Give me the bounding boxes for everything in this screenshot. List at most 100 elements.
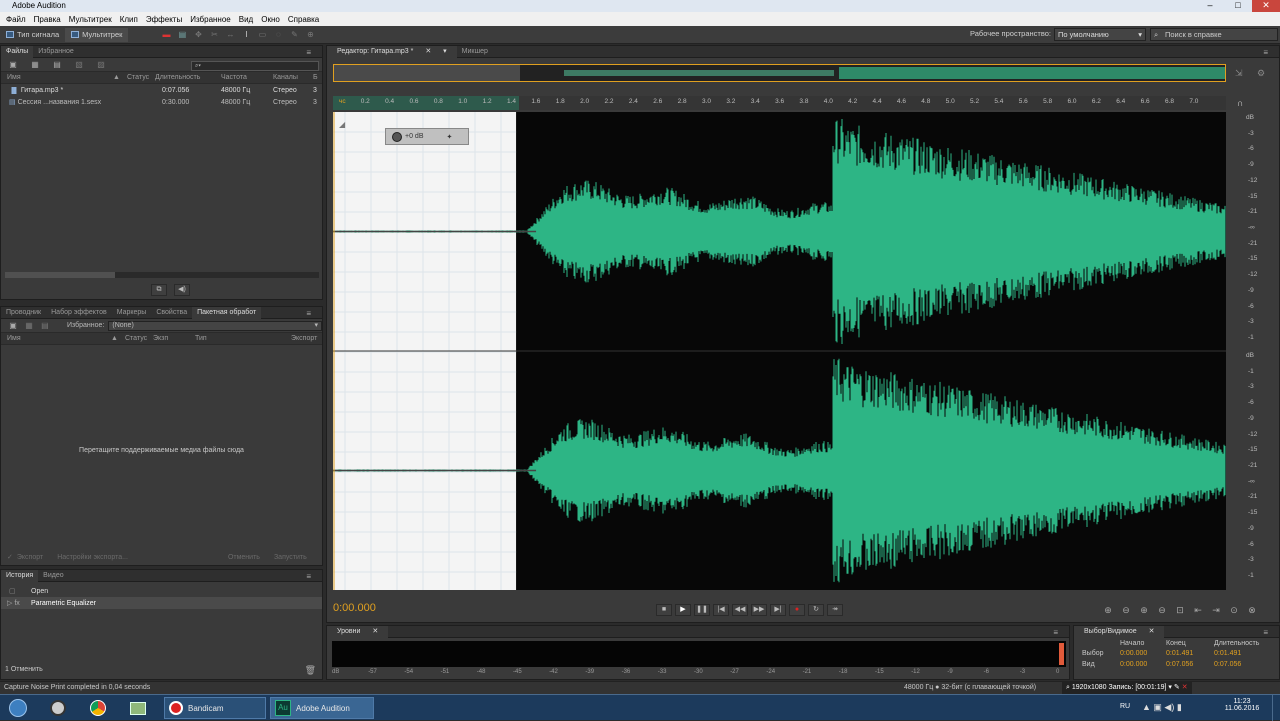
tab-mixer[interactable]: Микшер bbox=[457, 46, 493, 58]
tab-batch[interactable]: Пакетная обработ bbox=[192, 306, 262, 319]
go-to-end-button[interactable]: ▶| bbox=[770, 604, 786, 616]
tab-selection[interactable]: Выбор/Видимое ✕ bbox=[1074, 625, 1165, 638]
zoom-in-amplitude-icon[interactable]: ⊕ bbox=[1101, 604, 1115, 616]
delete-icon[interactable]: ▨ bbox=[96, 60, 106, 69]
panel-menu-icon[interactable]: ≡ bbox=[1258, 47, 1273, 59]
pause-button[interactable]: ❚❚ bbox=[694, 604, 710, 616]
zoom-selection-icon[interactable]: ⊙ bbox=[1227, 604, 1241, 616]
multitrack-view-button[interactable]: Мультитрек bbox=[65, 27, 129, 42]
pin-icon[interactable]: ✦ bbox=[447, 133, 453, 141]
zoom-out-full-icon[interactable]: ⊡ bbox=[1173, 604, 1187, 616]
brush-tool-icon[interactable]: ✎ bbox=[289, 30, 299, 39]
table-row[interactable]: ▐▌ Гитара.mp3 * 0:07.056 48000 Гц Стерео… bbox=[1, 84, 322, 96]
open-file-icon[interactable]: ▣ bbox=[8, 321, 18, 330]
selection-duration[interactable]: 0:01.491 bbox=[1214, 650, 1274, 657]
razor-tool-icon[interactable]: ✂ bbox=[209, 30, 219, 39]
list-item[interactable]: ▢ Open bbox=[1, 585, 322, 597]
trash-icon[interactable]: 🗑 bbox=[305, 665, 316, 676]
tab-properties[interactable]: Свойства bbox=[151, 307, 192, 319]
taskbar-audition[interactable]: Au Adobe Audition bbox=[270, 697, 374, 719]
panel-menu-icon[interactable]: ≡ bbox=[1258, 627, 1273, 639]
language-indicator[interactable]: RU bbox=[1120, 703, 1130, 710]
checkbox-icon[interactable]: ✓ bbox=[7, 553, 13, 561]
menu-help[interactable]: Справка bbox=[284, 15, 323, 24]
move-tool-icon[interactable]: ✥ bbox=[193, 30, 203, 39]
tab-levels[interactable]: Уровни ✕ bbox=[327, 625, 389, 638]
maximize-button[interactable]: □ bbox=[1224, 0, 1252, 12]
zoom-in-end-icon[interactable]: ⇥ bbox=[1209, 604, 1223, 616]
panel-menu-icon[interactable]: ≡ bbox=[301, 571, 316, 583]
zoom-in-time-icon[interactable]: ⊕ bbox=[1137, 604, 1151, 616]
spot-heal-icon[interactable]: ⊕ bbox=[305, 30, 315, 39]
spectral-freq-icon[interactable]: ▬ bbox=[161, 30, 171, 39]
remove-icon[interactable]: ▦ bbox=[24, 321, 34, 330]
tab-favorites[interactable]: Избранное bbox=[33, 46, 78, 58]
menu-favorites[interactable]: Избранное bbox=[186, 15, 235, 24]
slip-tool-icon[interactable]: ↔ bbox=[225, 30, 235, 39]
files-scrollbar[interactable] bbox=[5, 272, 319, 278]
selection-end[interactable]: 0:01.491 bbox=[1166, 650, 1214, 657]
col-channels[interactable]: Каналы bbox=[273, 74, 313, 81]
menu-edit[interactable]: Правка bbox=[30, 15, 65, 24]
save-icon[interactable]: ▧ bbox=[74, 60, 84, 69]
col-status[interactable]: Статус bbox=[125, 335, 153, 342]
run-button[interactable]: Запустить bbox=[274, 554, 307, 561]
col-export[interactable]: Экспорт bbox=[291, 335, 321, 342]
tab-markers[interactable]: Маркеры bbox=[112, 307, 152, 319]
zoom-in-start-icon[interactable]: ⇤ bbox=[1191, 604, 1205, 616]
panel-menu-icon[interactable]: ≡ bbox=[301, 308, 316, 320]
col-name[interactable]: Имя bbox=[1, 74, 113, 81]
show-desktop-button[interactable] bbox=[1272, 695, 1280, 721]
tab-effects-rack[interactable]: Набор эффектов bbox=[46, 307, 112, 319]
speaker-icon[interactable]: ◀) bbox=[174, 284, 190, 296]
col-type[interactable]: Тип bbox=[195, 335, 291, 342]
files-search-input[interactable]: ⌕▾ bbox=[191, 61, 319, 71]
menu-file[interactable]: Файл bbox=[2, 15, 30, 24]
menu-view[interactable]: Вид bbox=[235, 15, 257, 24]
tab-explorer[interactable]: Проводник bbox=[1, 307, 46, 319]
menu-clip[interactable]: Клип bbox=[116, 15, 142, 24]
tab-history[interactable]: История bbox=[1, 569, 39, 582]
headphones-icon[interactable]: ∩ bbox=[1237, 98, 1243, 108]
tab-editor[interactable]: Редактор: Гитара.mp3 * ✕ ▾ bbox=[327, 45, 457, 58]
col-rate[interactable]: Частота bbox=[221, 74, 273, 81]
explorer-icon[interactable] bbox=[124, 698, 152, 718]
fast-forward-button[interactable]: ▶▶ bbox=[751, 604, 767, 616]
tray-clock[interactable]: 11:23 11.06.2016 bbox=[1222, 698, 1262, 712]
view-start[interactable]: 0:00.000 bbox=[1120, 661, 1166, 668]
time-selection-tool-icon[interactable]: I bbox=[241, 30, 251, 39]
chrome-icon[interactable] bbox=[84, 698, 112, 718]
insert-into-multitrack-icon[interactable]: ⧉ bbox=[151, 284, 167, 296]
settings-icon[interactable]: ⚙ bbox=[1257, 68, 1265, 79]
rewind-button[interactable]: ◀◀ bbox=[732, 604, 748, 616]
steam-icon[interactable] bbox=[44, 698, 72, 718]
spectral-pitch-icon[interactable]: ▤ bbox=[177, 30, 187, 39]
overview-bar[interactable] bbox=[333, 64, 1226, 82]
favorites-select[interactable]: (None) ▾ bbox=[108, 320, 322, 331]
minimize-button[interactable]: – bbox=[1196, 0, 1224, 12]
col-name[interactable]: Имя bbox=[1, 335, 111, 342]
waveform-view-button[interactable]: Тип сигнала bbox=[0, 28, 65, 42]
zoom-to-fit-icon[interactable]: ⇲ bbox=[1235, 68, 1243, 79]
lasso-tool-icon[interactable]: ◌ bbox=[273, 30, 283, 39]
help-search-input[interactable]: ⌕ Поиск в справке bbox=[1150, 28, 1278, 41]
view-duration[interactable]: 0:07.056 bbox=[1214, 661, 1274, 668]
table-row[interactable]: ▤ Сессия ...названия 1.sesx 0:30.000 480… bbox=[1, 96, 322, 108]
tab-files[interactable]: Файлы bbox=[1, 45, 34, 58]
col-bits[interactable]: Б bbox=[313, 74, 321, 81]
menu-window[interactable]: Окно bbox=[257, 15, 284, 24]
volume-knob-icon[interactable] bbox=[392, 131, 402, 142]
zoom-tracks-icon[interactable]: ⊗ bbox=[1245, 604, 1259, 616]
zoom-out-amplitude-icon[interactable]: ⊖ bbox=[1119, 604, 1133, 616]
marquee-tool-icon[interactable]: ▭ bbox=[257, 30, 267, 39]
col-export-num[interactable]: Экзп bbox=[153, 335, 195, 342]
skip-selection-button[interactable]: ↠ bbox=[827, 604, 843, 616]
cancel-button[interactable]: Отменить bbox=[228, 554, 260, 561]
close-button[interactable]: ✕ bbox=[1252, 0, 1280, 12]
selection-start[interactable]: 0:00.000 bbox=[1120, 650, 1166, 657]
tab-video[interactable]: Видео bbox=[38, 570, 68, 582]
col-duration[interactable]: Длительность bbox=[155, 74, 221, 81]
panel-menu-icon[interactable]: ≡ bbox=[301, 47, 316, 59]
waveform-area[interactable]: +0 dB ✦ ◢ bbox=[333, 112, 1226, 590]
clear-icon[interactable]: ▤ bbox=[40, 321, 50, 330]
